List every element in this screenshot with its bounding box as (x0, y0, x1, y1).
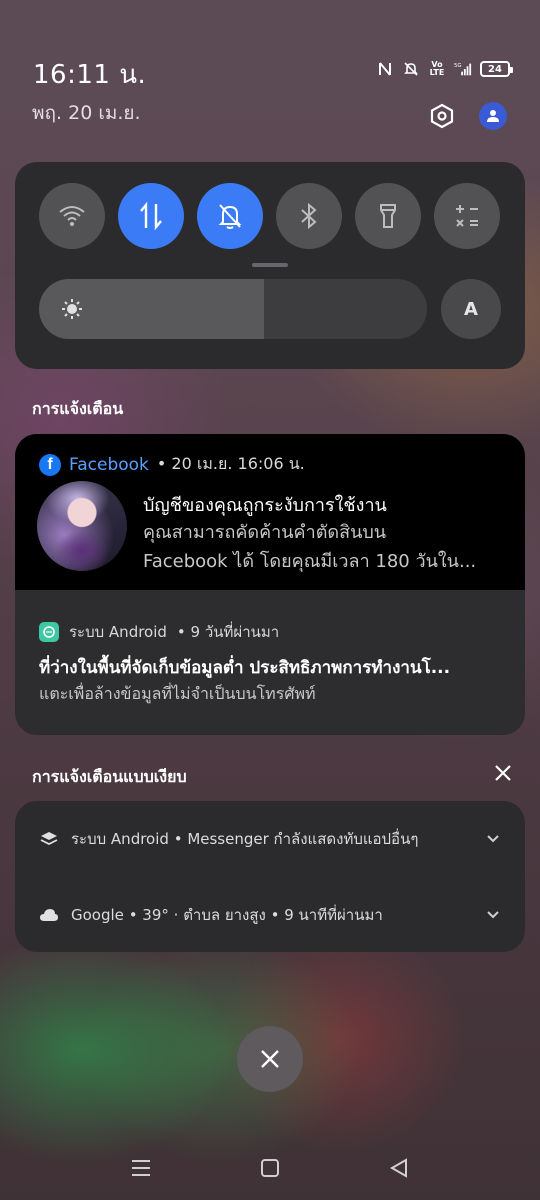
messenger-overlay-notification[interactable]: ระบบ Android • Messenger กำลังแสดงทับแอป… (15, 801, 525, 876)
android-storage-notification[interactable]: ระบบ Android • 9 วันที่ผ่านมา ที่ว่างในพ… (15, 590, 525, 735)
flashlight-icon (380, 204, 396, 228)
mute-icon (402, 60, 420, 78)
status-bar: 16:11 น. พฤ. 20 เม.ย. Vo LTE 5G 24 (0, 0, 540, 130)
settings-hexagon-icon (430, 103, 454, 129)
notifications-section-label: การแจ้งเตือน (32, 399, 124, 418)
notification-text: • 39° · ตำบล ยางสูง • 9 นาทีที่ผ่านมา (128, 905, 383, 924)
quick-settings-panel: A (15, 162, 525, 369)
home-square-icon (261, 1159, 279, 1177)
silent-row-text: Google • 39° · ตำบล ยางสูง • 9 นาทีที่ผ่… (71, 903, 383, 927)
silent-notification-group: ระบบ Android • Messenger กำลังแสดงทับแอป… (15, 801, 525, 952)
wifi-icon (59, 206, 85, 226)
close-icon (495, 765, 511, 781)
status-icons: Vo LTE 5G 24 (376, 60, 513, 78)
notification-title: ที่ว่างในพื้นที่จัดเก็บข้อมูลต่ำ ประสิทธ… (39, 658, 451, 678)
dismiss-silent-button[interactable] (490, 760, 516, 786)
back-triangle-icon (389, 1158, 407, 1178)
app-name: ระบบ Android (71, 829, 169, 848)
navigation-bar (0, 1140, 540, 1200)
flashlight-tile[interactable] (355, 183, 421, 249)
home-button[interactable] (257, 1155, 283, 1181)
silent-section-label: การแจ้งเตือนแบบเงียบ (32, 767, 187, 786)
drag-handle[interactable] (252, 263, 288, 267)
svg-text:5G: 5G (454, 63, 462, 69)
app-name: Google (71, 905, 124, 924)
signal-5g-icon: 5G (454, 60, 472, 78)
clear-all-button[interactable] (237, 1026, 303, 1092)
notification-body-line2: Facebook ได้ โดยคุณมีเวลา 180 วันใน... (143, 551, 477, 572)
notification-group: f Facebook • 20 เม.ย. 16:06 น. บัญชีของค… (15, 434, 525, 735)
notification-text: • Messenger กำลังแสดงทับแอปอื่นๆ (173, 829, 419, 848)
wifi-tile[interactable] (39, 183, 105, 249)
mobile-data-tile[interactable] (118, 183, 184, 249)
menu-icon (132, 1160, 150, 1176)
notification-title: บัญชีของคุณถูกระงับการใช้งาน (143, 495, 387, 516)
recents-button[interactable] (128, 1155, 154, 1181)
user-icon (479, 102, 507, 130)
brightness-slider[interactable] (39, 279, 427, 339)
app-name: ระบบ Android (69, 623, 167, 641)
user-profile-button[interactable] (478, 101, 508, 131)
calculator-tile[interactable] (434, 183, 500, 249)
notification-time: • 9 วันที่ผ่านมา (176, 623, 280, 641)
notification-body: คุณสามารถคัดค้านคำตัดสินบน Facebook ได้ … (143, 518, 503, 576)
bluetooth-icon (301, 203, 317, 229)
profile-picture (37, 481, 127, 571)
auto-brightness-button[interactable]: A (441, 279, 501, 339)
battery-icon: 24 (480, 61, 513, 77)
facebook-logo-icon: f (39, 453, 61, 476)
brightness-sun-icon (62, 299, 82, 319)
chevron-down-icon[interactable] (485, 830, 501, 846)
notification-header: f Facebook • 20 เม.ย. 16:06 น. (39, 452, 305, 477)
app-name: Facebook (69, 454, 149, 475)
silent-row-text: ระบบ Android • Messenger กำลังแสดงทับแอป… (71, 827, 418, 851)
notification-body: แตะเพื่อล้างข้อมูลที่ไม่จำเป็นบนโทรศัพท์ (39, 684, 316, 703)
cloud-icon (39, 905, 59, 925)
chevron-down-icon[interactable] (485, 906, 501, 922)
volte-icon: Vo LTE (429, 60, 445, 77)
silent-tile[interactable] (197, 183, 263, 249)
layers-icon (39, 829, 59, 849)
nfc-icon (376, 60, 394, 78)
notification-body-line1: คุณสามารถคัดค้านคำตัดสินบน (143, 522, 387, 543)
close-icon (261, 1050, 279, 1068)
calculator-icon (456, 205, 478, 227)
google-weather-notification[interactable]: Google • 39° · ตำบล ยางสูง • 9 นาทีที่ผ่… (15, 877, 525, 952)
notification-header: ระบบ Android • 9 วันที่ผ่านมา (39, 620, 279, 644)
notification-time: • 20 เม.ย. 16:06 น. (156, 454, 305, 473)
system-app-icon (39, 622, 59, 642)
bluetooth-tile[interactable] (276, 183, 342, 249)
clock: 16:11 น. (33, 60, 147, 90)
bell-off-icon (218, 204, 242, 229)
facebook-notification[interactable]: f Facebook • 20 เม.ย. 16:06 น. บัญชีของค… (15, 434, 525, 590)
data-transfer-icon (140, 202, 162, 230)
settings-button[interactable] (427, 101, 457, 131)
back-button[interactable] (386, 1155, 412, 1181)
date: พฤ. 20 เม.ย. (32, 102, 141, 124)
